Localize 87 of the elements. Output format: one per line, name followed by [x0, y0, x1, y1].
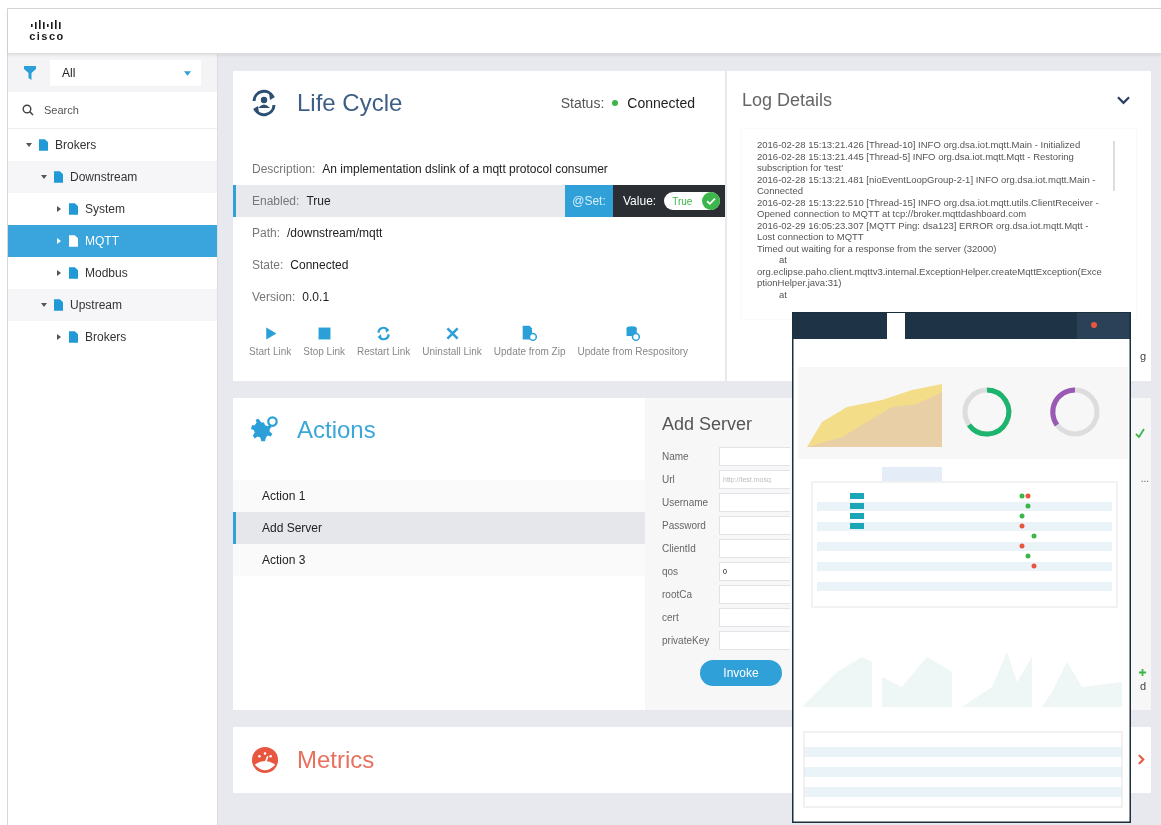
check-icon	[1135, 428, 1145, 438]
toolbar-button[interactable]: Uninstall Link	[416, 325, 488, 357]
cut-text: ...	[1140, 473, 1149, 484]
caret-icon	[56, 334, 62, 340]
log-line: 2016-02-28 15:13:21.445 [Thread-5] INFO org.dsa.iot.mqtt.Mqtt - Restoring subscription for 'test'	[757, 150, 1075, 174]
input-field[interactable]	[719, 539, 790, 558]
field-label: rootCa	[662, 589, 693, 600]
field-label: Path:	[252, 226, 281, 240]
field-value: 0.0.1	[302, 290, 330, 304]
input-field[interactable]	[719, 608, 790, 627]
search-field[interactable]: Search	[42, 103, 196, 117]
input-field[interactable]	[719, 447, 790, 466]
input-field[interactable]	[719, 516, 790, 535]
field-value: Connected	[290, 258, 349, 272]
field-label: privateKey	[662, 635, 711, 646]
field-label: Enabled:	[252, 194, 300, 208]
log-line: 2016-02-28 15:13:22.510 [Thread-15] INFO org.dsa.iot.mqtt.utils.ClientReceiver - Opened connection to MQTT at tcp://broker.mqttdashboard.com	[757, 196, 1100, 220]
action-item[interactable]: Action 1	[233, 480, 645, 512]
log-line: org.eclipse.paho.client.mqttv3.internal.ExceptionHelper.createMqttException(ExceptionHelper.java:31)	[757, 265, 1103, 289]
log-line: 2016-02-28 15:13:21.481 [nioEventLoopGroup-2-1] INFO org.dsa.iot.mqtt.Main - Connected	[757, 173, 1097, 197]
log-line: at	[778, 288, 788, 300]
document-icon	[69, 235, 78, 247]
chevron-down-icon[interactable]	[1117, 95, 1130, 105]
field-label: qos	[662, 566, 680, 577]
input-field[interactable]	[719, 493, 790, 512]
check-icon	[702, 192, 721, 210]
database-icon	[624, 325, 642, 342]
document-icon	[54, 171, 63, 183]
toolbar-button[interactable]: Update from Zip	[487, 325, 572, 357]
search-icon	[22, 104, 34, 116]
caret-icon	[26, 142, 32, 148]
document-icon	[39, 139, 48, 151]
caret-icon	[56, 238, 62, 244]
field-label: Password	[662, 520, 707, 531]
input-field[interactable]	[719, 631, 790, 650]
document-icon	[521, 325, 539, 342]
cut-text: d	[1139, 680, 1146, 692]
log-line: Timed out waiting for a response from the server (32000)	[757, 242, 998, 254]
field-label: ClientId	[662, 543, 697, 554]
field-value: /downstream/mqtt	[287, 226, 383, 240]
card-title: Log Details	[742, 89, 833, 111]
gauge-icon	[251, 746, 279, 774]
document-icon	[69, 267, 78, 279]
log-line: at	[778, 254, 788, 266]
field-value: True	[306, 194, 331, 208]
action-item[interactable]: Action 3	[233, 544, 645, 576]
log-line: 2016-02-29 16:05:23.307 [MQTT Ping: dsa123] ERROR org.dsa.iot.mqtt.Mqtt - Lost connection to MQTT	[757, 219, 1090, 243]
field-label: Description:	[252, 162, 316, 176]
input-field[interactable]	[719, 585, 790, 604]
field-label: Username	[662, 497, 710, 508]
filter-dropdown[interactable]: All	[50, 60, 201, 86]
cisco-logo: cisco	[22, 20, 72, 42]
gears-icon	[251, 416, 279, 444]
card-title: Metrics	[297, 746, 375, 774]
value-label: Value:	[623, 194, 657, 208]
cut-text: g	[1139, 350, 1146, 362]
field-value: An implementation dslink of a mqtt protocol consumer	[322, 162, 608, 176]
chevron-right-icon[interactable]	[1138, 754, 1145, 765]
caret-icon	[184, 70, 191, 76]
document-icon	[54, 299, 63, 311]
card-title: Actions	[297, 416, 376, 444]
field-label: State:	[252, 258, 284, 272]
toolbar-button[interactable]: Start Link	[243, 325, 298, 357]
caret-icon	[56, 206, 62, 212]
field-label: Name	[662, 451, 690, 462]
filter-icon[interactable]	[24, 66, 36, 80]
caret-icon	[41, 302, 47, 308]
status-value: Connected	[627, 95, 695, 111]
action-item[interactable]: Add Server	[233, 512, 645, 544]
field-label: Version:	[252, 290, 296, 304]
caret-icon	[56, 270, 62, 276]
toolbar-button[interactable]: Stop Link	[297, 325, 351, 357]
form-title: Add Server	[662, 414, 753, 435]
tree-item[interactable]: Downstream	[8, 161, 217, 193]
document-icon	[69, 203, 78, 215]
field-label: Url	[662, 474, 676, 485]
toolbar-button[interactable]: Update from Respository	[571, 325, 695, 357]
card-title: Life Cycle	[297, 89, 403, 117]
refresh-icon	[375, 325, 393, 342]
log-line: 2016-02-28 15:13:21.426 [Thread-10] INFO org.dsa.iot.mqtt.Main - Initialized	[757, 139, 1082, 151]
field-label: cert	[662, 612, 680, 623]
toolbar-button[interactable]: Restart Link	[350, 325, 417, 357]
document-icon	[69, 331, 78, 343]
status-label: Status:	[560, 95, 605, 111]
caret-icon	[41, 174, 47, 180]
plus-icon	[1138, 668, 1147, 677]
tree-item[interactable]: Upstream	[8, 289, 217, 321]
